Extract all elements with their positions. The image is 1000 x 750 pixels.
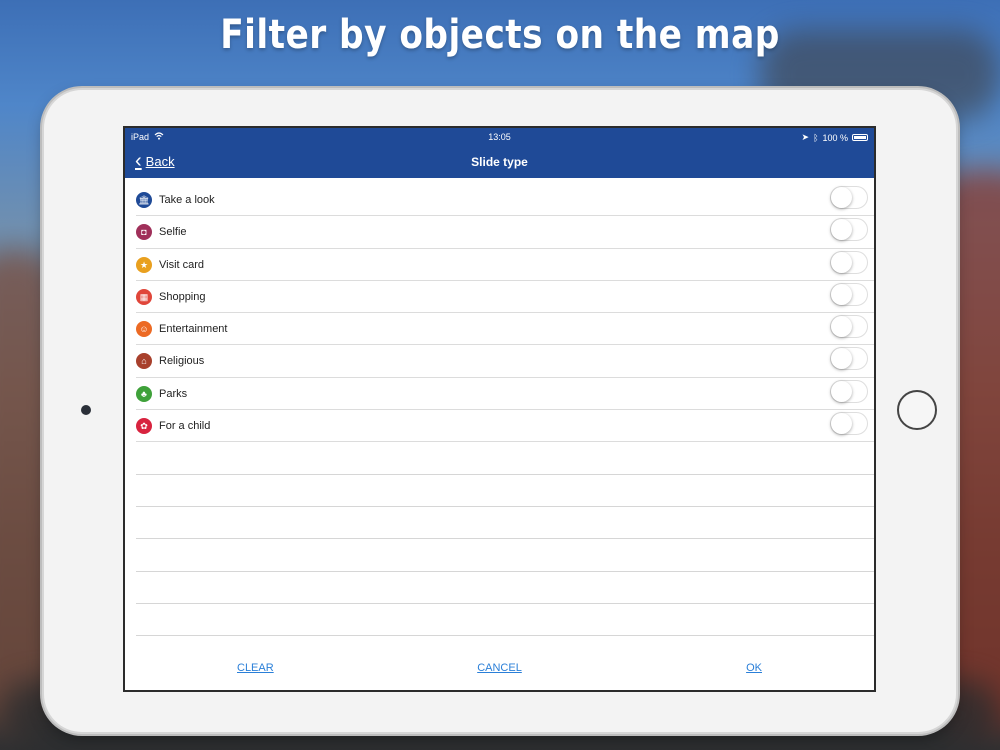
empty-row — [136, 604, 874, 637]
battery-icon — [852, 134, 868, 141]
status-right: ➤ ᛒ 100 % — [802, 132, 868, 143]
toggle-switch[interactable] — [830, 218, 868, 242]
list-item: ◘ Selfie — [136, 216, 874, 249]
empty-row — [136, 442, 874, 475]
item-label: For a child — [159, 420, 211, 433]
item-label: Shopping — [159, 290, 206, 303]
toggle-switch[interactable] — [830, 282, 868, 306]
promo-headline: Filter by objects on the map — [220, 12, 780, 58]
app-screen: iPad 13:05 ➤ ᛒ 100 % ‹ Back Slide type 🏛… — [123, 126, 876, 692]
navigation-bar: ‹ Back Slide type — [125, 148, 874, 178]
toggle-knob — [831, 316, 852, 338]
toggle-switch[interactable] — [830, 379, 868, 403]
toggle-switch[interactable] — [830, 347, 868, 371]
item-label: Selfie — [159, 226, 187, 239]
duck-icon: ✿ — [136, 418, 152, 435]
list-item: ☺ Entertainment — [136, 313, 874, 346]
toggle-knob — [831, 283, 852, 305]
list-item: ▦ Shopping — [136, 281, 874, 314]
toggle-knob — [831, 187, 852, 208]
status-time: 13:05 — [488, 132, 511, 142]
list-item: ⌂ Religious — [136, 345, 874, 378]
slide-type-list: 🏛 Take a look ◘ Selfie ★ Visit card ▦ Sh… — [125, 184, 874, 637]
item-label: Take a look — [159, 194, 215, 206]
item-label: Visit card — [159, 258, 205, 271]
toggle-switch[interactable] — [830, 315, 868, 339]
shopping-cart-icon: ▦ — [136, 288, 152, 305]
camera-icon — [81, 405, 91, 415]
action-footer: CLEAR CANCEL OK — [125, 646, 874, 690]
cancel-button[interactable]: CANCEL — [477, 662, 522, 674]
battery-percent: 100 % — [822, 132, 848, 143]
ok-button[interactable]: OK — [746, 662, 762, 674]
empty-row — [136, 507, 874, 540]
toggle-knob — [831, 380, 852, 402]
smiley-icon: ☺ — [136, 321, 152, 338]
list-item: ★ Visit card — [136, 249, 874, 281]
list-item: ♣ Parks — [136, 378, 874, 411]
toggle-knob — [831, 348, 852, 370]
empty-row — [136, 539, 874, 572]
empty-row — [136, 572, 874, 604]
page-title: Slide type — [471, 155, 528, 169]
toggle-knob — [831, 251, 852, 273]
bluetooth-icon: ᛒ — [813, 132, 819, 143]
church-icon: ⌂ — [136, 353, 152, 370]
toggle-switch[interactable] — [830, 186, 868, 209]
item-label: Entertainment — [159, 323, 228, 336]
toggle-switch[interactable] — [830, 250, 868, 274]
list-item: 🏛 Take a look — [136, 184, 874, 217]
camera-icon: ◘ — [136, 224, 152, 241]
empty-row — [136, 475, 874, 507]
toggle-knob — [831, 219, 852, 241]
toggle-knob — [831, 413, 852, 435]
item-label: Parks — [159, 387, 188, 400]
list-item: ✿ For a child — [136, 410, 874, 443]
museum-icon: 🏛 — [136, 192, 152, 208]
location-arrow-icon: ➤ — [801, 132, 810, 142]
tree-icon: ♣ — [136, 385, 152, 402]
toggle-switch[interactable] — [830, 412, 868, 436]
item-label: Religious — [159, 355, 205, 368]
home-button[interactable] — [897, 390, 937, 430]
status-bar: iPad 13:05 ➤ ᛒ 100 % — [125, 128, 874, 148]
star-icon: ★ — [136, 256, 152, 273]
